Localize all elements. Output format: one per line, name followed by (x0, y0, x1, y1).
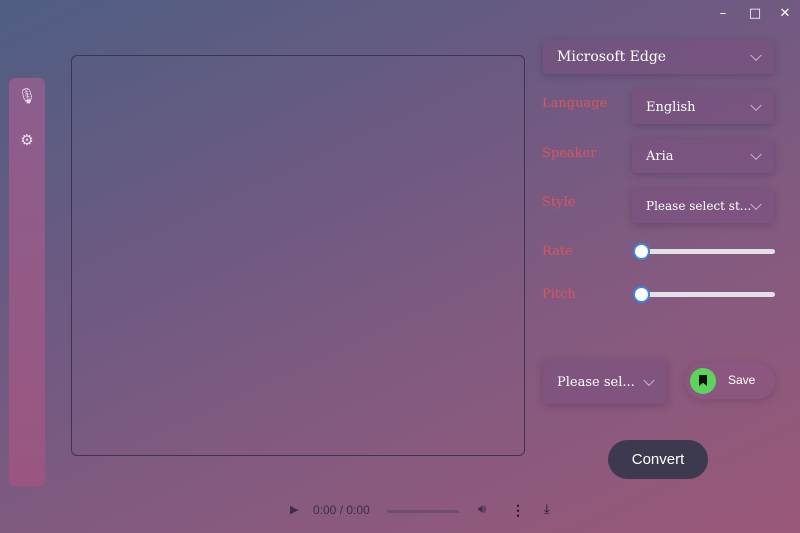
speaker-value: Aria (646, 148, 674, 164)
chevron-down-icon (750, 99, 762, 112)
engine-select[interactable]: Microsoft Edge (543, 40, 774, 74)
style-label: Style (542, 195, 576, 210)
language-value: English (646, 99, 696, 115)
speaker-select[interactable]: Aria (632, 139, 774, 173)
format-value: Please sel... (557, 374, 635, 390)
minimize-button[interactable]: – (713, 4, 733, 24)
save-button[interactable]: Save (685, 363, 775, 399)
volume-icon[interactable]: 🔊︎ (478, 502, 486, 517)
rate-slider-thumb[interactable] (633, 243, 650, 260)
chevron-down-icon (750, 198, 762, 211)
close-button[interactable]: ✕ (775, 4, 795, 24)
audio-player: ▶ 0:00 / 0:00 🔊︎ ⋮ ⤓ (288, 502, 568, 520)
language-select[interactable]: English (632, 90, 774, 124)
convert-button[interactable]: Convert (608, 440, 708, 479)
speaker-label: Speaker (542, 146, 597, 161)
play-icon[interactable]: ▶ (290, 503, 298, 516)
gear-icon[interactable]: ⚙ (17, 130, 37, 150)
chevron-down-icon (750, 49, 762, 62)
microphone-icon[interactable]: 🎙︎ (17, 86, 37, 106)
bookmark-icon (690, 368, 716, 394)
text-input[interactable] (71, 55, 525, 456)
save-label: Save (728, 373, 756, 387)
chevron-down-icon (750, 148, 762, 161)
format-select[interactable]: Please sel... (543, 360, 667, 404)
style-select[interactable]: Please select st... (632, 189, 774, 223)
style-value: Please select st... (646, 199, 752, 213)
time-display: 0:00 / 0:00 (313, 503, 370, 517)
sidebar: 🎙︎ ⚙ (9, 78, 45, 486)
language-label: Language (542, 96, 608, 111)
pitch-slider[interactable] (633, 286, 775, 303)
rate-label: Rate (542, 244, 573, 259)
maximize-button[interactable]: □ (745, 4, 765, 24)
more-options-icon[interactable]: ⋮ (511, 502, 525, 519)
seek-bar[interactable] (387, 510, 459, 513)
engine-value: Microsoft Edge (557, 49, 667, 65)
pitch-label: Pitch (542, 287, 576, 302)
chevron-down-icon (643, 374, 655, 387)
pitch-slider-thumb[interactable] (633, 286, 650, 303)
download-icon[interactable]: ⤓ (544, 502, 550, 517)
rate-slider[interactable] (633, 243, 775, 260)
